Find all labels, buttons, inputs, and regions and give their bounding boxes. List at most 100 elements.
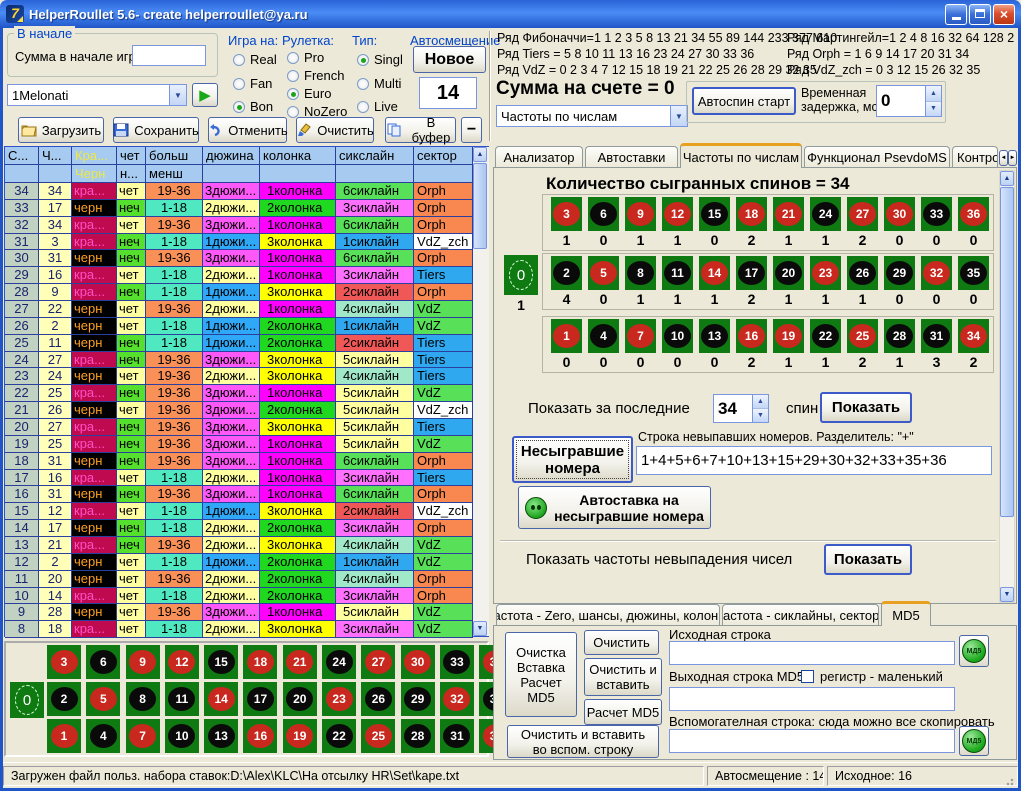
delay-up-icon[interactable]: ▲ xyxy=(926,86,941,102)
close-button[interactable]: × xyxy=(993,4,1015,25)
board-number-cell[interactable]: 5 xyxy=(86,682,120,716)
maximize-button[interactable] xyxy=(969,4,991,25)
show-last-down-icon[interactable]: ▼ xyxy=(753,409,768,422)
radio-live[interactable]: Live xyxy=(357,99,398,114)
table-row[interactable]: 2722чернчет19-362дюжи...1колонка4сиклайн… xyxy=(5,301,488,318)
collapse-button[interactable]: − xyxy=(461,117,482,143)
board-number-cell[interactable]: 13 xyxy=(204,719,238,753)
undo-button[interactable]: Отменить xyxy=(208,117,287,143)
md5-calc-button[interactable]: Расчет MD5 xyxy=(584,699,662,725)
md5-clear-paste-button[interactable]: Очистить и вставить xyxy=(584,658,662,696)
scroll-up-icon[interactable]: ▲ xyxy=(473,147,487,162)
board-number-cell[interactable]: 19 xyxy=(283,719,317,753)
md5-big-button[interactable]: Очистка Вставка Расчет MD5 xyxy=(505,632,577,717)
scroll-up-icon[interactable]: ▲ xyxy=(1000,171,1014,186)
table-row[interactable]: 2225кра...неч19-363дюжи...1колонка5сикла… xyxy=(5,385,488,402)
md5-clear-button[interactable]: Очистить xyxy=(584,630,659,655)
table-row[interactable]: 262чернчет1-181дюжи...2колонка1сиклайнVd… xyxy=(5,318,488,335)
md5-output-input[interactable] xyxy=(669,687,955,711)
mode-dropdown-icon[interactable]: ▼ xyxy=(670,106,687,126)
preset-combobox[interactable]: 1Melonati ▼ xyxy=(7,84,187,106)
board-number-cell[interactable]: 17 xyxy=(243,682,277,716)
tab-scroll-left-icon[interactable]: ◄ xyxy=(999,150,1008,166)
md5-calc-source-button[interactable]: МД5 xyxy=(959,635,989,667)
board-number-cell[interactable]: 9 xyxy=(126,645,160,679)
table-scrollbar[interactable]: ▲ ▼ xyxy=(473,147,489,636)
md5-calc-aux-button[interactable]: МД5 xyxy=(959,726,989,756)
board-number-cell[interactable]: 21 xyxy=(283,645,317,679)
board-zero-cell[interactable]: 0 xyxy=(10,682,44,718)
minimize-button[interactable] xyxy=(945,4,967,25)
board-number-cell[interactable]: 30 xyxy=(401,645,435,679)
tab-freq-chances[interactable]: Частота - Zero, шансы, дюжины, колонки xyxy=(496,604,720,626)
board-number-cell[interactable]: 14 xyxy=(204,682,238,716)
tab-psevdoms[interactable]: Функционал PsevdoMS xyxy=(804,146,950,168)
radio-french[interactable]: French xyxy=(287,68,344,83)
show-last-spinbox[interactable]: 34 ▲▼ xyxy=(713,394,769,423)
board-number-cell[interactable]: 4 xyxy=(86,719,120,753)
table-row[interactable]: 2324чернчет19-362дюжи...3колонка4сиклайн… xyxy=(5,368,488,385)
tab-bankroll[interactable]: Контроль банкро xyxy=(952,146,998,168)
scrollbar-thumb[interactable] xyxy=(473,163,487,249)
autobet-missed-button[interactable]: Автоставка нанесыгравшие номера xyxy=(518,486,711,529)
table-row[interactable]: 1512кра...чет1-181дюжи...3колонка2сиклай… xyxy=(5,503,488,520)
radio-real[interactable]: Real xyxy=(233,52,277,67)
board-number-cell[interactable]: 8 xyxy=(126,682,160,716)
freq-missed-show-button[interactable]: Показать xyxy=(824,544,912,575)
load-button[interactable]: Загрузить xyxy=(18,117,104,143)
copy-to-clipboard-button[interactable]: В буфер xyxy=(385,117,456,143)
show-button[interactable]: Показать xyxy=(820,392,912,423)
table-row[interactable]: 2126чернчет19-363дюжи...2колонка5сиклайн… xyxy=(5,402,488,419)
board-number-cell[interactable]: 15 xyxy=(204,645,238,679)
md5-aux-input[interactable] xyxy=(669,729,955,753)
resize-grip[interactable] xyxy=(1005,775,1017,787)
show-last-up-icon[interactable]: ▲ xyxy=(753,395,768,409)
board-number-cell[interactable]: 24 xyxy=(322,645,356,679)
table-row[interactable]: 1631черннеч19-363дюжи...1колонка6сиклайн… xyxy=(5,486,488,503)
board-number-cell[interactable]: 3 xyxy=(47,645,81,679)
preset-dropdown-icon[interactable]: ▼ xyxy=(169,85,186,105)
table-row[interactable]: 3434кра...чет19-363дюжи...1колонка6сикла… xyxy=(5,183,488,200)
delay-down-icon[interactable]: ▼ xyxy=(926,102,941,117)
board-number-cell[interactable]: 6 xyxy=(86,645,120,679)
scroll-down-icon[interactable]: ▼ xyxy=(473,621,487,636)
tab-number-frequencies[interactable]: Частоты по числам xyxy=(680,143,802,168)
panel-scrollbar[interactable]: ▲ ▼ xyxy=(999,170,1015,603)
radio-bon[interactable]: Bon xyxy=(233,99,273,114)
scrollbar-thumb[interactable] xyxy=(1000,187,1014,517)
table-row[interactable]: 2027кра...неч19-363дюжи...3колонка5сикла… xyxy=(5,419,488,436)
register-checkbox[interactable] xyxy=(801,670,814,683)
table-row[interactable]: 3317черннеч1-182дюжи...2колонка3сиклайнO… xyxy=(5,200,488,217)
table-row[interactable]: 3234кра...чет19-363дюжи...1колонка6сикла… xyxy=(5,217,488,234)
tab-scroll-right-icon[interactable]: ► xyxy=(1008,150,1017,166)
table-row[interactable]: 1014кра...чет1-182дюжи...2колонка3сиклай… xyxy=(5,588,488,605)
table-row[interactable]: 928чернчет19-363дюжи...1колонка5сиклайнV… xyxy=(5,604,488,621)
table-row[interactable]: 122чернчет1-181дюжи...2колонка1сиклайнVd… xyxy=(5,554,488,571)
missed-string-input[interactable]: 1+4+5+6+7+10+13+15+29+30+32+33+35+36 xyxy=(636,446,992,475)
board-number-cell[interactable]: 10 xyxy=(165,719,199,753)
board-number-cell[interactable]: 29 xyxy=(401,682,435,716)
board-number-cell[interactable]: 20 xyxy=(283,682,317,716)
start-sum-input[interactable] xyxy=(132,45,206,66)
board-number-cell[interactable]: 31 xyxy=(440,719,474,753)
board-number-cell[interactable]: 25 xyxy=(361,719,395,753)
board-number-cell[interactable]: 18 xyxy=(243,645,277,679)
board-number-cell[interactable]: 33 xyxy=(440,645,474,679)
tab-autobets[interactable]: Автоставки xyxy=(585,146,678,168)
table-row[interactable]: 2511черннеч1-181дюжи...2колонка2сиклайнT… xyxy=(5,335,488,352)
board-number-cell[interactable]: 1 xyxy=(47,719,81,753)
radio-pro[interactable]: Pro xyxy=(287,50,324,65)
save-button[interactable]: Сохранить xyxy=(113,117,199,143)
radio-fan[interactable]: Fan xyxy=(233,76,272,91)
board-number-cell[interactable]: 11 xyxy=(165,682,199,716)
tab-analyzer[interactable]: Анализатор xyxy=(495,146,583,168)
radio-singl[interactable]: Singl xyxy=(357,52,403,67)
table-row[interactable]: 313кра...неч1-181дюжи...3колонка1сиклайн… xyxy=(5,234,488,251)
tab-md5[interactable]: MD5 xyxy=(881,601,931,626)
radio-euro[interactable]: Euro xyxy=(287,86,331,101)
autospin-button[interactable]: Автоспин старт xyxy=(692,87,796,115)
table-row[interactable]: 1120чернчет19-362дюжи...2колонка4сиклайн… xyxy=(5,571,488,588)
board-number-cell[interactable]: 12 xyxy=(165,645,199,679)
board-number-cell[interactable]: 27 xyxy=(361,645,395,679)
table-row[interactable]: 1716кра...чет1-182дюжи...1колонка3сиклай… xyxy=(5,470,488,487)
